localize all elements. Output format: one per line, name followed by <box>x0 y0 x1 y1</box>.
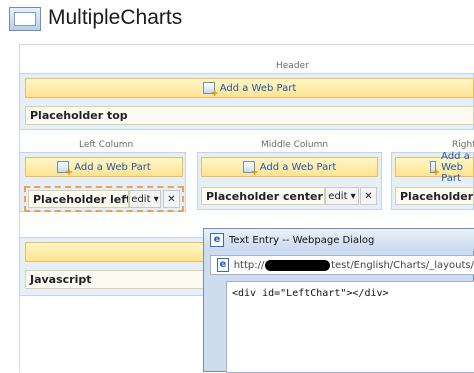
dialog-title-bar[interactable]: e Text Entry -- Webpage Dialog <box>204 229 474 251</box>
middle-close-button[interactable]: ✕ <box>360 187 377 205</box>
browser-icon: e <box>210 233 224 247</box>
left-add-web-part-label: Add a Web Part <box>74 161 151 173</box>
middle-column-label: Middle Column <box>261 140 329 150</box>
left-close-button[interactable]: ✕ <box>163 190 180 208</box>
address-url-suffix: test/English/Charts/_layouts/ <box>331 259 474 271</box>
add-web-part-icon <box>242 161 259 178</box>
page-icon <box>9 7 41 31</box>
dialog-title: Text Entry -- Webpage Dialog <box>229 234 375 246</box>
add-web-part-icon <box>430 161 440 178</box>
add-web-part-icon <box>57 161 73 178</box>
text-entry-dialog: e Text Entry -- Webpage Dialog e http://… <box>203 228 474 373</box>
page-title: MultipleCharts <box>48 6 183 29</box>
add-web-part-icon <box>202 82 219 99</box>
header-zone-label: Header <box>276 61 309 71</box>
middle-add-web-part-button[interactable]: Add a Web Part <box>201 157 378 178</box>
placeholder-left[interactable]: Placeholder left <box>28 190 129 208</box>
middle-edit-button[interactable]: edit ▾ <box>325 187 359 205</box>
placeholder-right[interactable]: Placeholder ri <box>395 187 474 205</box>
right-add-web-part-label: Add a Web Part <box>441 150 470 184</box>
right-add-web-part-button[interactable]: Add a Web Part <box>395 151 474 184</box>
placeholder-center[interactable]: Placeholder center <box>201 187 325 205</box>
address-url-prefix: http:// <box>233 259 265 271</box>
header-add-web-part-button[interactable]: Add a Web Part <box>25 78 474 99</box>
left-edit-button[interactable]: edit ▾ <box>129 190 161 208</box>
bottom-add-web-part-button[interactable] <box>25 242 209 262</box>
page-e-icon: e <box>217 258 229 272</box>
left-add-web-part-button[interactable]: Add a Web Part <box>25 157 183 178</box>
dialog-address-bar: e http:// test/English/Charts/_layouts/ <box>210 255 474 275</box>
dialog-text-area[interactable]: <div id="LeftChart"></div> <box>226 281 474 373</box>
redacted-host <box>265 259 331 271</box>
left-column-label: Left Column <box>79 140 134 150</box>
header-add-web-part-label: Add a Web Part <box>219 82 297 94</box>
placeholder-top[interactable]: Placeholder top <box>25 106 474 125</box>
middle-add-web-part-label: Add a Web Part <box>259 161 337 173</box>
right-column-label: Right <box>452 140 474 150</box>
placeholder-javascript[interactable]: Javascript <box>25 270 209 289</box>
